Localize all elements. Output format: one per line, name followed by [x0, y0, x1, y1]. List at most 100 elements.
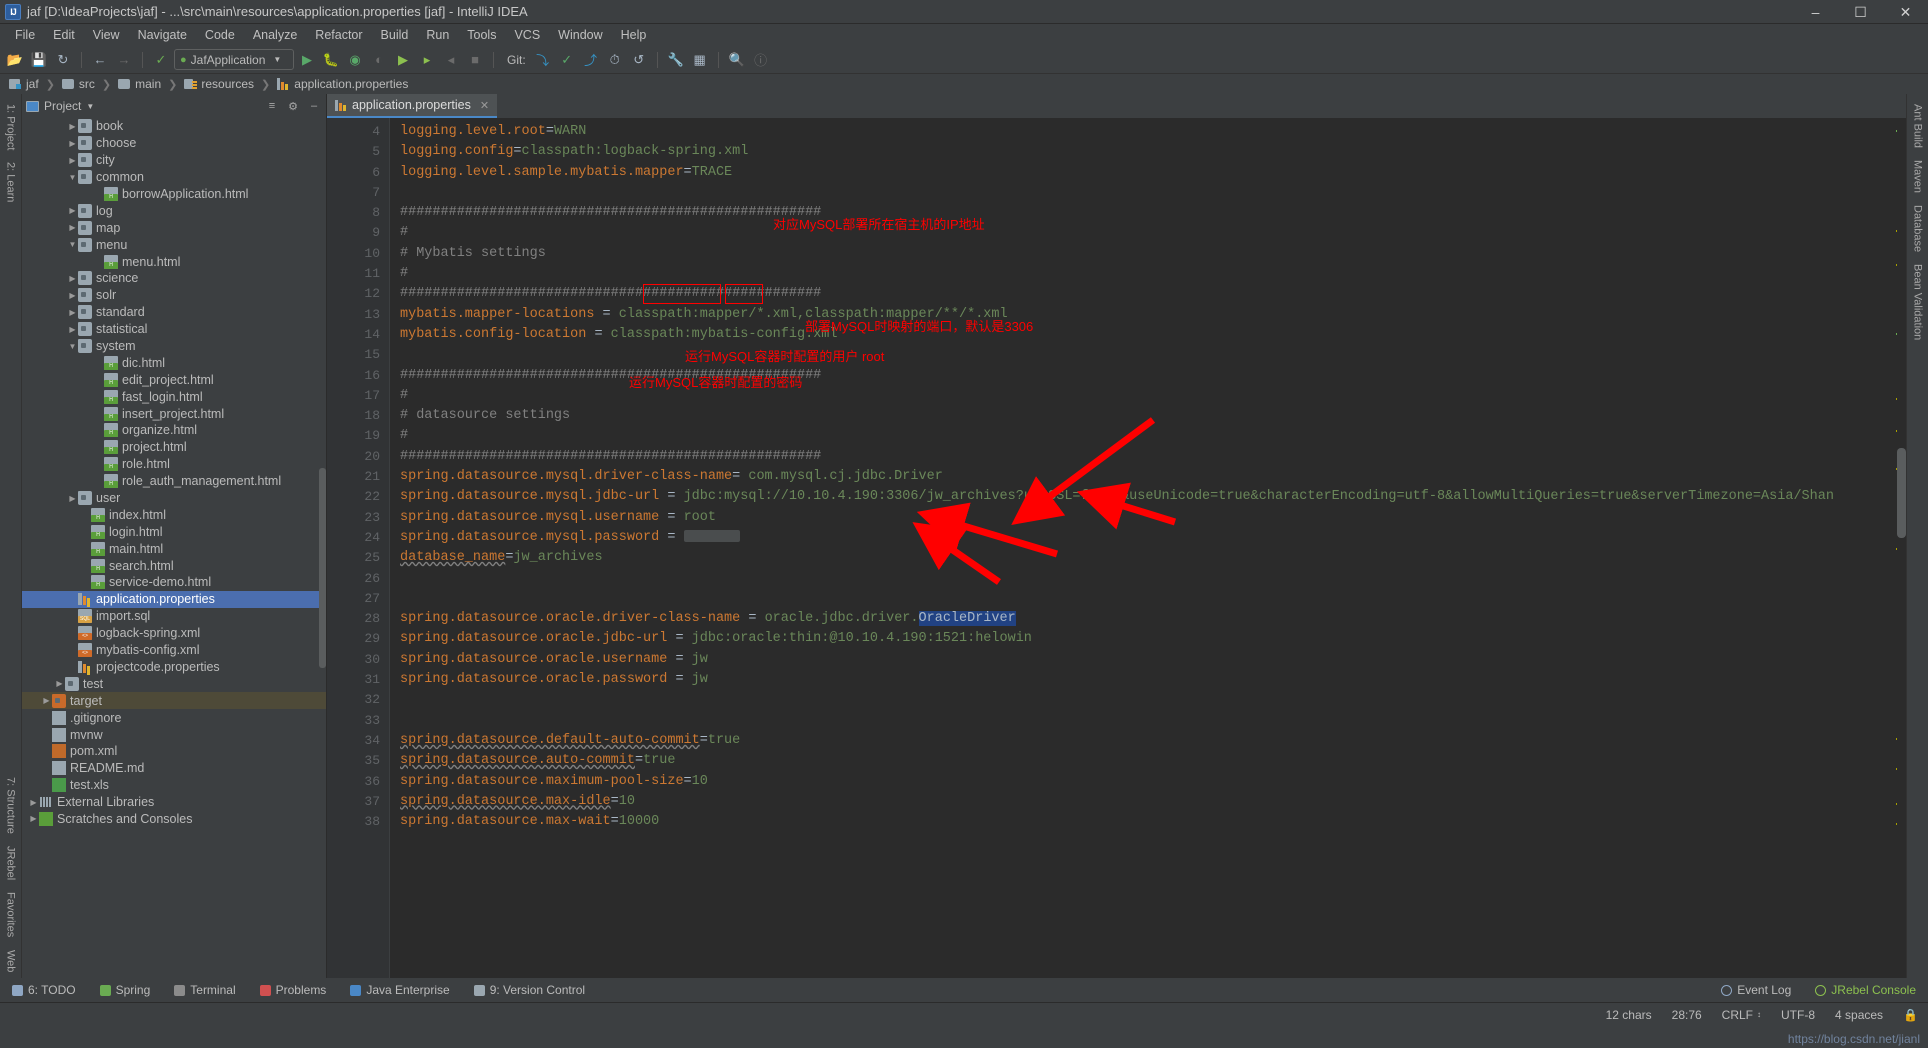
update-project-icon[interactable]: ⤵: [532, 49, 554, 71]
chevron-down-icon[interactable]: ▼: [67, 342, 78, 351]
tree-item-index-html[interactable]: ▶Hindex.html: [22, 506, 326, 523]
help-icon[interactable]: ⓘ: [750, 49, 772, 71]
tree-item-role-html[interactable]: ▶Hrole.html: [22, 456, 326, 473]
code-line[interactable]: spring.datasource.max-idle=10: [390, 792, 1894, 812]
menu-item-refactor[interactable]: Refactor: [306, 26, 371, 44]
code-line[interactable]: spring.datasource.oracle.password = jw: [390, 670, 1894, 690]
menu-item-vcs[interactable]: VCS: [505, 26, 549, 44]
search-everywhere-icon[interactable]: 🔍: [726, 49, 748, 71]
bottom-tab-jrebel-console[interactable]: JRebel Console: [1803, 983, 1928, 997]
chevron-right-icon[interactable]: ▶: [67, 206, 78, 215]
menu-item-code[interactable]: Code: [196, 26, 244, 44]
tree-item-organize-html[interactable]: ▶Horganize.html: [22, 422, 326, 439]
menu-item-file[interactable]: File: [6, 26, 44, 44]
code-line[interactable]: #: [390, 426, 1894, 446]
tree-item-mybatis-config-xml[interactable]: ▶<>mybatis-config.xml: [22, 642, 326, 659]
tree-item-edit-project-html[interactable]: ▶Hedit_project.html: [22, 371, 326, 388]
tree-item-science[interactable]: ▶ science: [22, 270, 326, 287]
tree-item-fast-login-html[interactable]: ▶Hfast_login.html: [22, 388, 326, 405]
code-line[interactable]: [390, 690, 1894, 710]
compile-icon[interactable]: ✓: [150, 49, 172, 71]
chevron-down-icon[interactable]: ▼: [86, 102, 94, 111]
code-line[interactable]: ########################################…: [390, 366, 1894, 386]
tree-item-external-libraries[interactable]: ▶ External Libraries: [22, 794, 326, 811]
code-line[interactable]: ########################################…: [390, 203, 1894, 223]
rail-tab-database[interactable]: Database: [1910, 199, 1926, 258]
tree-item-choose[interactable]: ▶ choose: [22, 135, 326, 152]
maximize-button[interactable]: ☐: [1838, 0, 1883, 24]
tree-item-role-auth-management-html[interactable]: ▶Hrole_auth_management.html: [22, 473, 326, 490]
bottom-tab-event-log[interactable]: Event Log: [1709, 983, 1803, 997]
tree-item-scratches-and-consoles[interactable]: ▶ Scratches and Consoles: [22, 811, 326, 828]
commit-icon[interactable]: ✓: [556, 49, 578, 71]
code-line[interactable]: [390, 183, 1894, 203]
code-line[interactable]: spring.datasource.mysql.jdbc-url = jdbc:…: [390, 487, 1894, 507]
chevron-right-icon[interactable]: ▶: [67, 223, 78, 232]
rail-tab-project[interactable]: 1: Project: [3, 98, 19, 156]
code-line[interactable]: # datasource settings: [390, 406, 1894, 426]
code-line[interactable]: spring.datasource.default-auto-commit=tr…: [390, 731, 1894, 751]
tree-item-logback-spring-xml[interactable]: ▶<>logback-spring.xml: [22, 625, 326, 642]
menu-item-help[interactable]: Help: [612, 26, 656, 44]
profile-icon[interactable]: ◐: [368, 49, 390, 71]
tree-scrollbar[interactable]: [319, 468, 326, 668]
chevron-right-icon[interactable]: ▶: [54, 679, 65, 688]
tree-item-menu[interactable]: ▼ menu: [22, 236, 326, 253]
code-line[interactable]: database_name=jw_archives: [390, 548, 1894, 568]
tree-item-map[interactable]: ▶ map: [22, 219, 326, 236]
jrebel-debug-icon[interactable]: ▸: [416, 49, 438, 71]
tree-item-log[interactable]: ▶ log: [22, 202, 326, 219]
tree-item-import-sql[interactable]: ▶SQLimport.sql: [22, 608, 326, 625]
chevron-down-icon[interactable]: ▼: [67, 173, 78, 182]
code-text[interactable]: logging.level.root=WARN logging.config=cl…: [390, 118, 1894, 978]
tree-item-book[interactable]: ▶ book: [22, 118, 326, 135]
chevron-right-icon[interactable]: ▶: [67, 139, 78, 148]
tree-item-city[interactable]: ▶ city: [22, 152, 326, 169]
code-line[interactable]: spring.datasource.max-wait=10000: [390, 812, 1894, 832]
rail-tab-learn[interactable]: 2: Learn: [3, 156, 19, 208]
code-line[interactable]: ########################################…: [390, 447, 1894, 467]
tree-item-common[interactable]: ▼ common: [22, 169, 326, 186]
chevron-right-icon[interactable]: ▶: [28, 798, 39, 807]
bottom-tab-6--todo[interactable]: 6: TODO: [0, 983, 88, 997]
rollback-icon[interactable]: ↺: [628, 49, 650, 71]
chevron-right-icon[interactable]: ▶: [67, 308, 78, 317]
stop-icon[interactable]: ■: [464, 49, 486, 71]
menu-item-view[interactable]: View: [84, 26, 129, 44]
tree-item-user[interactable]: ▶ user: [22, 490, 326, 507]
chevron-right-icon[interactable]: ▶: [67, 325, 78, 334]
rail-tab-favorites[interactable]: Favorites: [3, 886, 19, 943]
bottom-tab-spring[interactable]: Spring: [88, 983, 163, 997]
tree-item-test[interactable]: ▶ test: [22, 675, 326, 692]
project-tree[interactable]: ▶book▶choose▶city▼common▶HborrowApplicat…: [22, 118, 326, 978]
code-line[interactable]: [390, 711, 1894, 731]
bottom-tab-terminal[interactable]: Terminal: [162, 983, 247, 997]
tree-item-system[interactable]: ▼ system: [22, 338, 326, 355]
editor-scrollbar[interactable]: [1897, 118, 1906, 978]
tree-item-insert-project-html[interactable]: ▶Hinsert_project.html: [22, 405, 326, 422]
tree-item-test-xls[interactable]: ▶test.xls: [22, 777, 326, 794]
tree-item-menu-html[interactable]: ▶Hmenu.html: [22, 253, 326, 270]
close-icon[interactable]: ✕: [480, 99, 489, 112]
tree-item--gitignore[interactable]: ▶.gitignore: [22, 709, 326, 726]
tree-item-application-properties[interactable]: ▶application.properties: [22, 590, 326, 608]
chevron-right-icon[interactable]: ▶: [28, 814, 39, 823]
run-configuration-selector[interactable]: ● JafApplication ▼: [174, 49, 294, 70]
code-line[interactable]: spring.datasource.mysql.password =: [390, 528, 1894, 548]
status-encoding[interactable]: UTF-8: [1771, 1008, 1825, 1022]
code-line[interactable]: [390, 345, 1894, 365]
bottom-tab-problems[interactable]: Problems: [248, 983, 339, 997]
tree-item-solr[interactable]: ▶ solr: [22, 287, 326, 304]
bottom-tab-java-enterprise[interactable]: Java Enterprise: [338, 983, 461, 997]
settings-wrench-icon[interactable]: 🔧: [665, 49, 687, 71]
tree-item-dic-html[interactable]: ▶Hdic.html: [22, 354, 326, 371]
code-editor[interactable]: 4 5 6 7 8 9 10 11 12 13 14 15 16 17 18 19 20 21 22 23 24 25 26…: [327, 118, 1906, 978]
editor-tab-application-properties[interactable]: application.properties ✕: [327, 94, 498, 118]
back-icon[interactable]: ←: [89, 49, 111, 71]
tree-item-borrowapplication-html[interactable]: ▶HborrowApplication.html: [22, 186, 326, 203]
status-caret-position[interactable]: 28:76: [1662, 1008, 1712, 1022]
open-folder-icon[interactable]: 📂: [4, 49, 26, 71]
rail-tab-maven[interactable]: Maven: [1910, 154, 1926, 199]
menu-item-build[interactable]: Build: [372, 26, 418, 44]
code-line[interactable]: logging.level.root=WARN: [390, 122, 1894, 142]
